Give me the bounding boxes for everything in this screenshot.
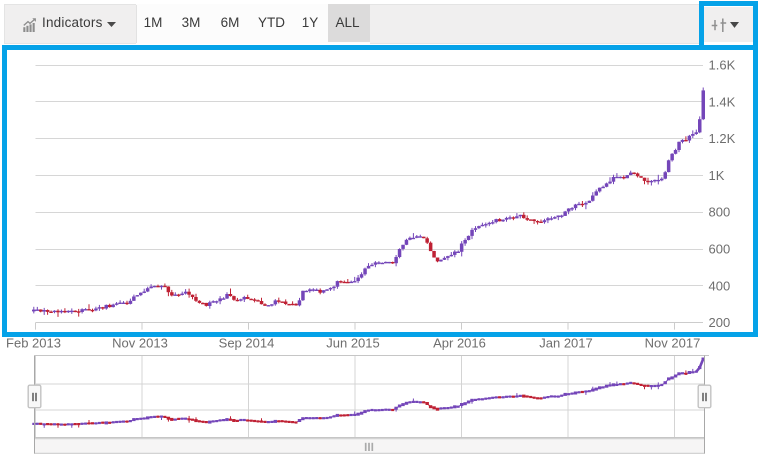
- svg-text:Jun 2015: Jun 2015: [326, 336, 380, 351]
- svg-text:Jan 2017: Jan 2017: [539, 336, 593, 351]
- svg-text:Apr 2016: Apr 2016: [433, 336, 486, 351]
- svg-text:Nov 2013: Nov 2013: [112, 336, 168, 351]
- svg-text:Sep 2014: Sep 2014: [219, 336, 275, 351]
- svg-text:Nov 2017: Nov 2017: [645, 336, 701, 351]
- svg-text:Feb 2013: Feb 2013: [6, 336, 61, 351]
